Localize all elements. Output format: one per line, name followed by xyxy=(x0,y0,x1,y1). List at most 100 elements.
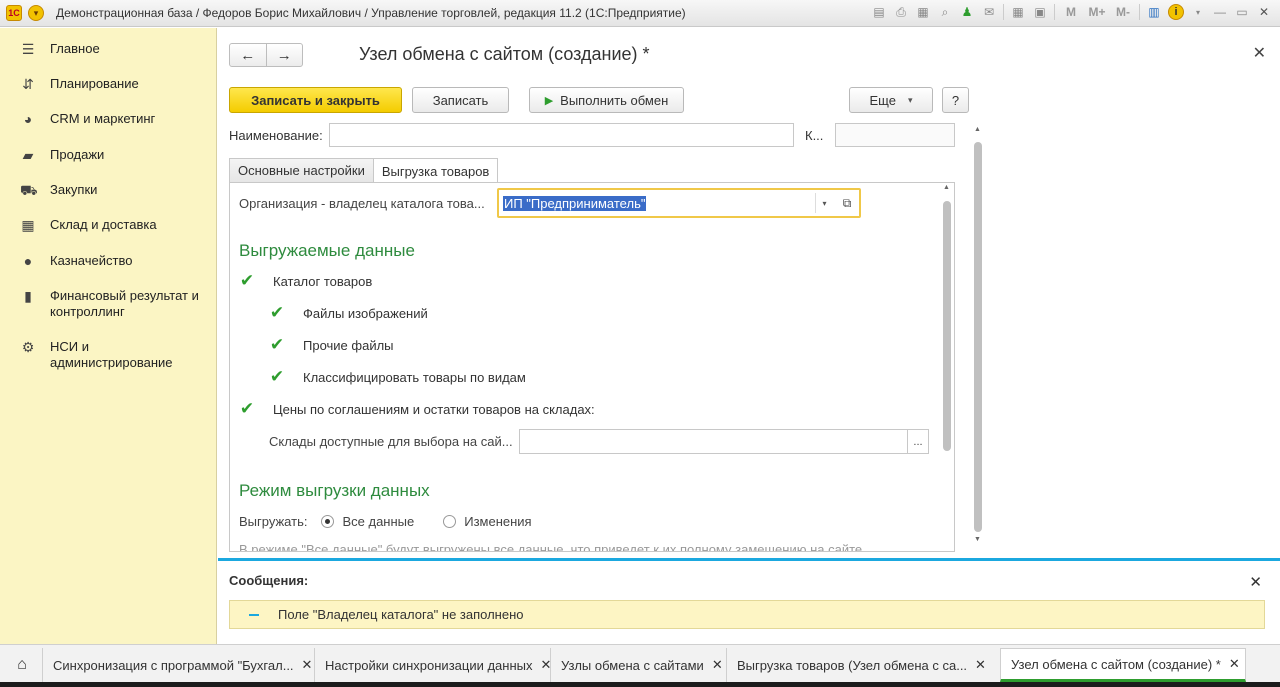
org-field[interactable]: ИП "Предприниматель" ▾ ⧉ xyxy=(497,188,861,218)
bar-chart-icon: ▮ xyxy=(24,288,32,304)
form-area: ← → Узел обмена с сайтом (создание) * ✕ … xyxy=(218,28,1280,644)
memory-plus-icon[interactable]: M+ xyxy=(1087,4,1107,20)
mail-icon[interactable]: ✉ xyxy=(981,4,997,20)
open-tab-label: Синхронизация с программой "Бухгал... xyxy=(53,657,294,673)
images-checkbox-row[interactable]: ✔ Файлы изображений xyxy=(269,303,428,322)
sidebar-item-label: Склад и доставка xyxy=(50,217,157,232)
panel-scrollbar-thumb[interactable] xyxy=(943,201,951,451)
radio-all-data[interactable] xyxy=(321,515,335,528)
classify-checkbox-row[interactable]: ✔ Классифицировать товары по видам xyxy=(269,367,526,386)
form-scrollbar-thumb[interactable] xyxy=(974,142,982,532)
messages-divider xyxy=(218,558,1280,561)
checkmark-icon[interactable]: ✔ xyxy=(269,335,285,354)
scroll-up-icon[interactable]: ▲ xyxy=(974,126,981,133)
code-input[interactable] xyxy=(835,123,955,147)
checkmark-icon[interactable]: ✔ xyxy=(239,271,255,290)
close-messages-icon[interactable]: ✕ xyxy=(1249,573,1262,591)
open-tab-exchange-nodes[interactable]: Узлы обмена с сайтами ✕ xyxy=(550,648,726,682)
sidebar-item-main[interactable]: ☰ Главное xyxy=(0,41,217,57)
save-close-button[interactable]: Записать и закрыть xyxy=(229,87,402,113)
catalog-checkbox-row[interactable]: ✔ Каталог товаров xyxy=(239,271,372,290)
radio-all-label[interactable]: Все данные xyxy=(342,514,414,529)
sidebar-item-crm[interactable]: ◕ CRM и маркетинг xyxy=(0,111,217,127)
radio-changes-label[interactable]: Изменения xyxy=(464,514,531,529)
warehouses-input[interactable]: ... xyxy=(519,429,929,454)
sidebar-item-purchases[interactable]: ⛟ Закупки xyxy=(0,182,217,198)
preview-icon[interactable]: ▦ xyxy=(915,4,931,20)
checkmark-icon[interactable]: ✔ xyxy=(269,367,285,386)
close-tab-icon[interactable]: ✕ xyxy=(1229,656,1240,672)
open-icon[interactable]: ⧉ xyxy=(838,194,856,212)
save-button[interactable]: Записать xyxy=(412,87,509,113)
close-form-icon[interactable]: ✕ xyxy=(1253,43,1266,63)
panel-scrollbar[interactable] xyxy=(943,189,951,551)
save-icon[interactable]: ▤ xyxy=(871,4,887,20)
checkbox-label: Классифицировать товары по видам xyxy=(303,369,526,385)
user-icon[interactable]: ♟ xyxy=(959,4,975,20)
memory-icon[interactable]: M xyxy=(1061,4,1081,20)
open-tab-label: Узлы обмена с сайтами xyxy=(561,657,704,673)
scroll-up-icon[interactable]: ▲ xyxy=(943,184,950,191)
close-tab-icon[interactable]: ✕ xyxy=(302,657,313,673)
message-marker-icon xyxy=(249,613,259,616)
bag-icon: ▰ xyxy=(22,147,34,163)
back-button[interactable]: ← xyxy=(230,44,266,66)
open-tab-sync-buh[interactable]: Синхронизация с программой "Бухгал... ✕ xyxy=(42,648,314,682)
search-icon[interactable]: ⌕ xyxy=(937,4,953,20)
memory-minus-icon[interactable]: M- xyxy=(1113,4,1133,20)
window-title: Демонстрационная база / Федоров Борис Ми… xyxy=(56,6,686,20)
form-scrollbar[interactable] xyxy=(974,132,982,542)
tab-main-settings[interactable]: Основные настройки xyxy=(229,158,374,182)
panels-icon[interactable]: ▥ xyxy=(1146,4,1162,20)
open-tab-exchange-node-create[interactable]: Узел обмена с сайтом (создание) * ✕ xyxy=(1000,648,1246,682)
sidebar-item-label: Планирование xyxy=(50,76,139,91)
scroll-down-icon[interactable]: ▼ xyxy=(974,536,981,543)
radio-changes[interactable] xyxy=(443,515,457,528)
os-taskbar xyxy=(0,682,1280,687)
more-button[interactable]: Еще ▾ xyxy=(849,87,933,113)
more-label: Еще xyxy=(869,92,896,108)
close-tab-icon[interactable]: ✕ xyxy=(712,657,723,673)
open-tab-sync-settings[interactable]: Настройки синхронизации данных ✕ xyxy=(314,648,551,682)
calendar-icon[interactable]: ▣ xyxy=(1032,4,1048,20)
close-icon[interactable]: ✕ xyxy=(1256,4,1272,20)
info-icon[interactable]: i xyxy=(1168,4,1184,20)
checkmark-icon[interactable]: ✔ xyxy=(239,399,255,418)
other-files-checkbox-row[interactable]: ✔ Прочие файлы xyxy=(269,335,394,354)
open-tab-goods-export[interactable]: Выгрузка товаров (Узел обмена с са... ✕ xyxy=(726,648,1000,682)
forward-button[interactable]: → xyxy=(265,44,303,66)
prices-checkbox-row[interactable]: ✔ Цены по соглашениям и остатки товаров … xyxy=(239,399,595,418)
sidebar-item-treasury[interactable]: ● Казначейство xyxy=(0,253,217,269)
select-button[interactable]: ... xyxy=(907,430,928,453)
separator xyxy=(1054,4,1055,20)
maximize-icon[interactable]: ▭ xyxy=(1234,4,1250,20)
sidebar-item-sales[interactable]: ▰ Продажи xyxy=(0,147,217,163)
section-exported-data: Выгружаемые данные xyxy=(239,241,415,260)
message-item[interactable]: Поле "Владелец каталога" не заполнено xyxy=(229,600,1265,629)
pie-chart-icon: ◕ xyxy=(23,111,33,127)
name-input[interactable] xyxy=(329,123,794,147)
home-icon[interactable]: ⌂ xyxy=(8,653,36,677)
sidebar-item-admin[interactable]: ⚙ НСИ и администрирование xyxy=(0,339,217,371)
main-menu-icon[interactable]: ▾ xyxy=(28,5,44,21)
print-icon[interactable]: ⎙ xyxy=(893,4,909,20)
close-tab-icon[interactable]: ✕ xyxy=(975,657,986,673)
chevron-down-icon[interactable]: ▾ xyxy=(1190,4,1206,20)
sidebar-item-warehouse[interactable]: ▦ Склад и доставка xyxy=(0,217,217,233)
chevron-down-icon[interactable]: ▾ xyxy=(815,193,833,213)
minimize-icon[interactable]: — xyxy=(1212,4,1228,20)
tab-goods-export[interactable]: Выгрузка товаров xyxy=(372,158,499,183)
help-button[interactable]: ? xyxy=(942,87,969,113)
checkmark-icon[interactable]: ✔ xyxy=(269,303,285,322)
calculator-icon[interactable]: ▦ xyxy=(1010,4,1026,20)
run-exchange-button[interactable]: ▶ Выполнить обмен xyxy=(529,87,684,113)
sidebar-item-planning[interactable]: ⇵ Планирование xyxy=(0,76,217,92)
sidebar-item-financial[interactable]: ▮ Финансовый результат и контроллинг xyxy=(0,288,217,320)
export-mode-row: Выгружать: Все данные Изменения xyxy=(239,514,532,529)
arrow-left-icon: ← xyxy=(240,46,256,64)
open-windows-bar: ⌂ Синхронизация с программой "Бухгал... … xyxy=(0,644,1280,687)
chevron-down-icon: ▾ xyxy=(907,94,913,105)
message-text: Поле "Владелец каталога" не заполнено xyxy=(278,607,524,622)
ruble-icon: ● xyxy=(23,253,33,269)
messages-title: Сообщения: xyxy=(229,573,309,588)
